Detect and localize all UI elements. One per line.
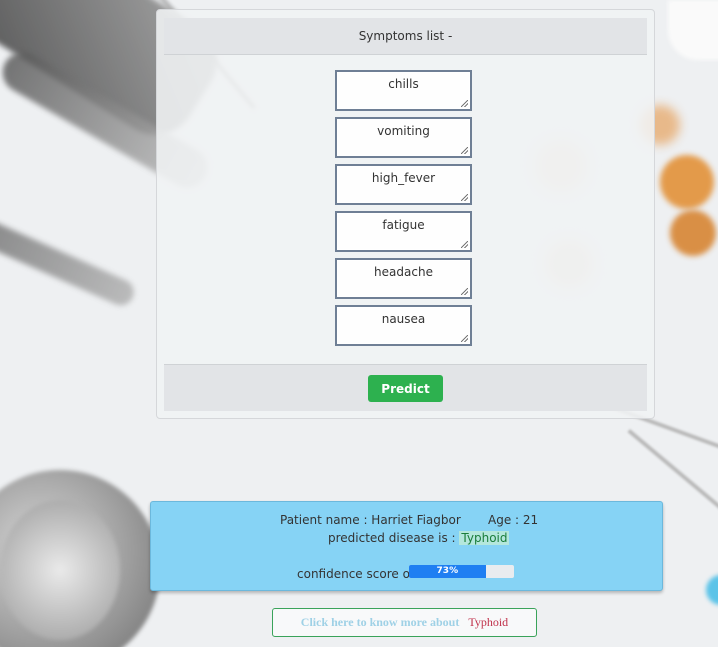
symptoms-card: Symptoms list - chills vomiting high_fev… [156,9,655,419]
patient-name: Patient name : Harriet Fiagbor [280,513,461,527]
confidence-label: confidence score of : [297,567,422,581]
predicted-disease-line: predicted disease is : Typhoid [328,531,510,545]
symptom-value: headache [374,265,433,279]
symptom-value: chills [388,77,419,91]
symptom-value: vomiting [377,124,430,138]
predicted-disease-label: predicted disease is : [328,531,456,545]
resize-grip-icon[interactable] [461,194,468,201]
symptoms-card-footer: Predict [164,364,647,411]
confidence-progress-fill: 73% [409,565,486,578]
learn-more-disease: Typhoid [468,615,509,629]
symptom-field-2[interactable]: vomiting [335,117,472,158]
patient-age: Age : 21 [488,513,539,527]
prediction-result-panel: Patient name : Harriet Fiagbor Age : 21 … [150,501,663,591]
symptom-field-6[interactable]: nausea [335,305,472,346]
symptom-value: high_fever [371,171,436,185]
symptom-field-4[interactable]: fatigue [335,211,472,252]
predicted-disease: Typhoid [459,531,510,545]
resize-grip-icon[interactable] [461,147,468,154]
resize-grip-icon[interactable] [461,241,468,248]
symptom-field-3[interactable]: high_fever [335,164,472,205]
confidence-progress-bar: 73% [409,565,514,578]
symptom-value: nausea [381,312,426,326]
resize-grip-icon[interactable] [461,100,468,107]
symptoms-card-header: Symptoms list - [164,18,647,55]
learn-more-button[interactable]: Click here to know more about Typhoid [272,608,537,637]
symptom-field-1[interactable]: chills [335,70,472,111]
resize-grip-icon[interactable] [461,288,468,295]
symptom-field-5[interactable]: headache [335,258,472,299]
resize-grip-icon[interactable] [461,335,468,342]
symptoms-list: chills vomiting high_fever fatigue heada… [335,70,478,352]
learn-more-label: Click here to know more about [300,615,460,629]
predict-button[interactable]: Predict [368,375,443,402]
symptom-value: fatigue [382,218,425,232]
